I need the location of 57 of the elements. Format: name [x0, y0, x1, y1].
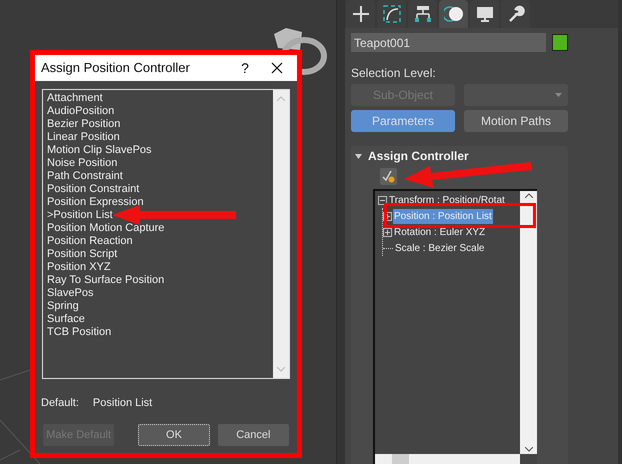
panel-tab[interactable]	[408, 0, 437, 28]
tree-item[interactable]: Transform : Position/Rotat	[388, 192, 506, 208]
panel-tab[interactable]	[470, 0, 499, 28]
panel-tab[interactable]	[377, 0, 406, 28]
list-item[interactable]: Ray To Surface Position	[47, 274, 273, 287]
list-item[interactable]: Position Expression	[47, 196, 273, 209]
list-item[interactable]: TCB Position	[47, 326, 273, 339]
caret-icon	[555, 93, 562, 97]
wrench-icon	[506, 5, 524, 23]
scroll-down-icon[interactable]	[524, 447, 532, 452]
horizontal-scrollbar[interactable]	[375, 454, 520, 464]
panel-tab[interactable]	[501, 0, 530, 28]
object-name-field[interactable]: Teapot001	[351, 33, 546, 52]
scroll-up-icon[interactable]	[524, 193, 532, 198]
assign-controller-button[interactable]	[380, 168, 397, 185]
curve-icon	[382, 5, 400, 23]
list-item[interactable]: Position Motion Capture	[47, 222, 273, 235]
dialog-title: Assign Position Controller	[41, 59, 191, 78]
section-label: Selection Level:	[351, 66, 437, 80]
hierarchy-icon	[414, 5, 432, 23]
list-item[interactable]: Position Reaction	[47, 235, 273, 248]
monitor-icon	[476, 5, 494, 23]
tree-item[interactable]: Rotation : Euler XYZ	[393, 224, 486, 240]
vertical-scrollbar[interactable]	[520, 191, 537, 454]
help-button[interactable]: ?	[233, 58, 257, 78]
list-item[interactable]: Position XYZ	[47, 261, 273, 274]
rollout-title: Assign Controller	[368, 148, 469, 165]
list-item[interactable]: Path Constraint	[47, 170, 273, 183]
tree-item[interactable]: Scale : Bezier Scale	[394, 240, 486, 256]
list-item[interactable]: AudioPosition	[47, 105, 273, 118]
list-item[interactable]: Linear Position	[47, 131, 273, 144]
list-item[interactable]: Noise Position	[47, 157, 273, 170]
dialog-button[interactable]: Cancel	[218, 424, 289, 446]
list-item[interactable]: >Position List	[47, 209, 273, 222]
list-item[interactable]: SlavePos	[47, 287, 273, 300]
mode-button[interactable]: Motion Paths	[464, 110, 568, 132]
list-item[interactable]: Attachment	[47, 92, 273, 105]
plus-icon	[352, 5, 370, 23]
list-item[interactable]: Bezier Position	[47, 118, 273, 131]
check-icon	[382, 170, 395, 183]
default-label: Default:	[41, 396, 79, 411]
dialog-button[interactable]: OK	[138, 424, 210, 446]
list-item[interactable]: Spring	[47, 300, 273, 313]
default-value: Position List	[92, 396, 152, 411]
panel-tab[interactable]	[439, 0, 468, 28]
list-item[interactable]: Surface	[47, 313, 273, 326]
list-item[interactable]: Position Constraint	[47, 183, 273, 196]
expand-toggle[interactable]	[383, 212, 392, 220]
color-swatch[interactable]	[552, 34, 568, 51]
panel-tab[interactable]	[346, 0, 375, 28]
expand-toggle[interactable]	[383, 228, 392, 236]
list-item[interactable]: Motion Clip SlavePos	[47, 144, 273, 157]
list-item[interactable]: Position Script	[47, 248, 273, 261]
motion-icon	[444, 5, 464, 23]
close-icon[interactable]	[271, 62, 283, 74]
collapse-toggle[interactable]	[378, 196, 387, 204]
collapse-triangle-icon[interactable]	[355, 152, 362, 160]
